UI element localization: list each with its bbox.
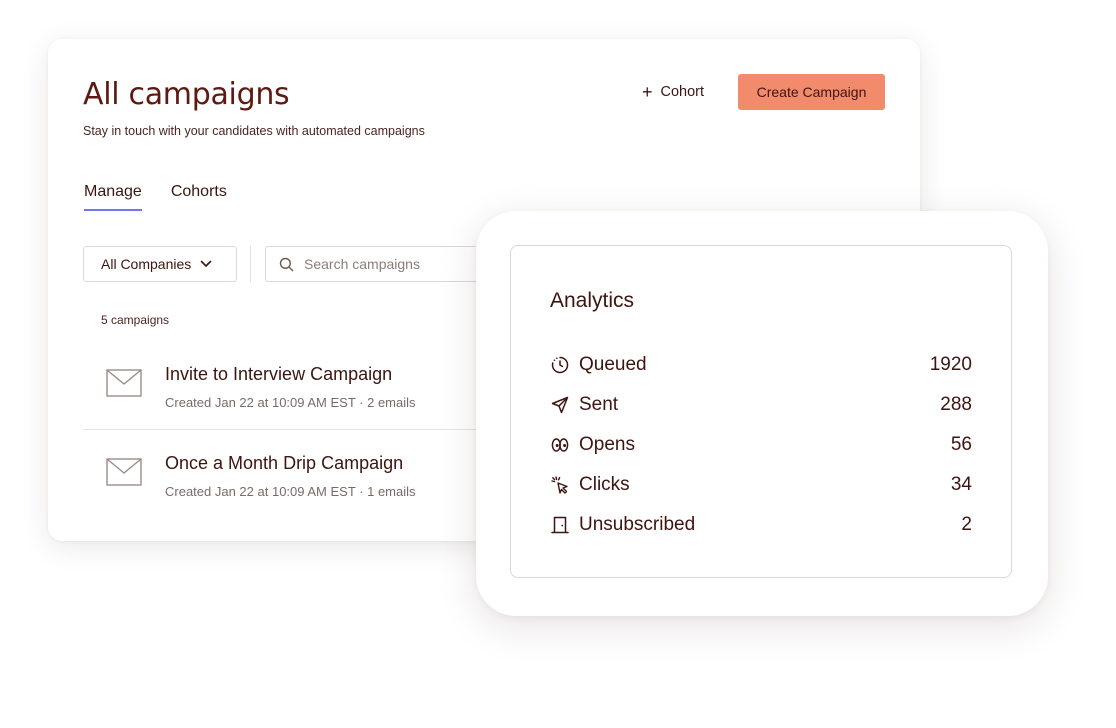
search-input[interactable] (304, 256, 484, 272)
eyes-icon (550, 435, 570, 455)
company-filter-value: All Companies (101, 256, 192, 272)
metric-unsubscribed: Unsubscribed 2 (550, 512, 972, 538)
campaign-meta: Created Jan 22 at 10:09 AM EST · 1 email… (165, 484, 416, 499)
create-campaign-button[interactable]: Create Campaign (738, 74, 885, 110)
campaign-row[interactable]: Once a Month Drip Campaign Created Jan 2… (83, 431, 503, 519)
plus-icon: + (642, 82, 653, 102)
metric-value: 288 (940, 394, 972, 415)
metric-value: 56 (950, 434, 972, 455)
company-filter-select[interactable]: All Companies (83, 246, 237, 282)
analytics-card: Analytics Queued 1920 Sent 288 Opens 56 … (476, 211, 1048, 616)
search-icon (279, 257, 294, 271)
campaign-meta: Created Jan 22 at 10:09 AM EST · 2 email… (165, 395, 416, 410)
filter-divider (250, 246, 251, 282)
campaign-count: 5 campaigns (101, 313, 170, 327)
metric-label: Sent (579, 394, 619, 415)
tab-manage[interactable]: Manage (84, 183, 142, 211)
metric-label: Unsubscribed (579, 514, 696, 535)
stage: All campaigns Stay in touch with your ca… (0, 0, 1116, 728)
envelope-icon (106, 369, 142, 397)
envelope-icon (106, 458, 142, 486)
metric-opens: Opens 56 (550, 432, 972, 458)
page-title: All campaigns (83, 77, 290, 112)
send-icon (550, 395, 570, 415)
campaign-name: Invite to Interview Campaign (165, 364, 393, 384)
metric-label: Queued (579, 354, 647, 375)
metric-label: Opens (579, 434, 635, 455)
metric-clicks: Clicks 34 (550, 472, 972, 498)
analytics-title: Analytics (550, 289, 635, 312)
metric-sent: Sent 288 (550, 392, 972, 418)
tab-bar: Manage Cohorts (84, 183, 227, 211)
clock-icon (550, 355, 570, 375)
chevron-down-icon (200, 260, 212, 267)
campaign-row[interactable]: Invite to Interview Campaign Created Jan… (83, 342, 503, 430)
metric-value: 34 (950, 474, 972, 495)
metric-value: 1920 (929, 354, 972, 375)
metric-value: 2 (961, 514, 972, 535)
cursor-click-icon (550, 475, 570, 495)
metric-label: Clicks (579, 474, 630, 495)
door-icon (550, 515, 570, 535)
page-subtitle: Stay in touch with your candidates with … (83, 124, 425, 138)
metric-queued: Queued 1920 (550, 352, 972, 378)
campaign-name: Once a Month Drip Campaign (165, 453, 404, 473)
tab-cohorts[interactable]: Cohorts (171, 183, 227, 211)
analytics-panel: Analytics Queued 1920 Sent 288 Opens 56 … (510, 245, 1012, 578)
add-cohort-label: Cohort (660, 84, 705, 100)
add-cohort-button[interactable]: + Cohort (632, 74, 714, 110)
